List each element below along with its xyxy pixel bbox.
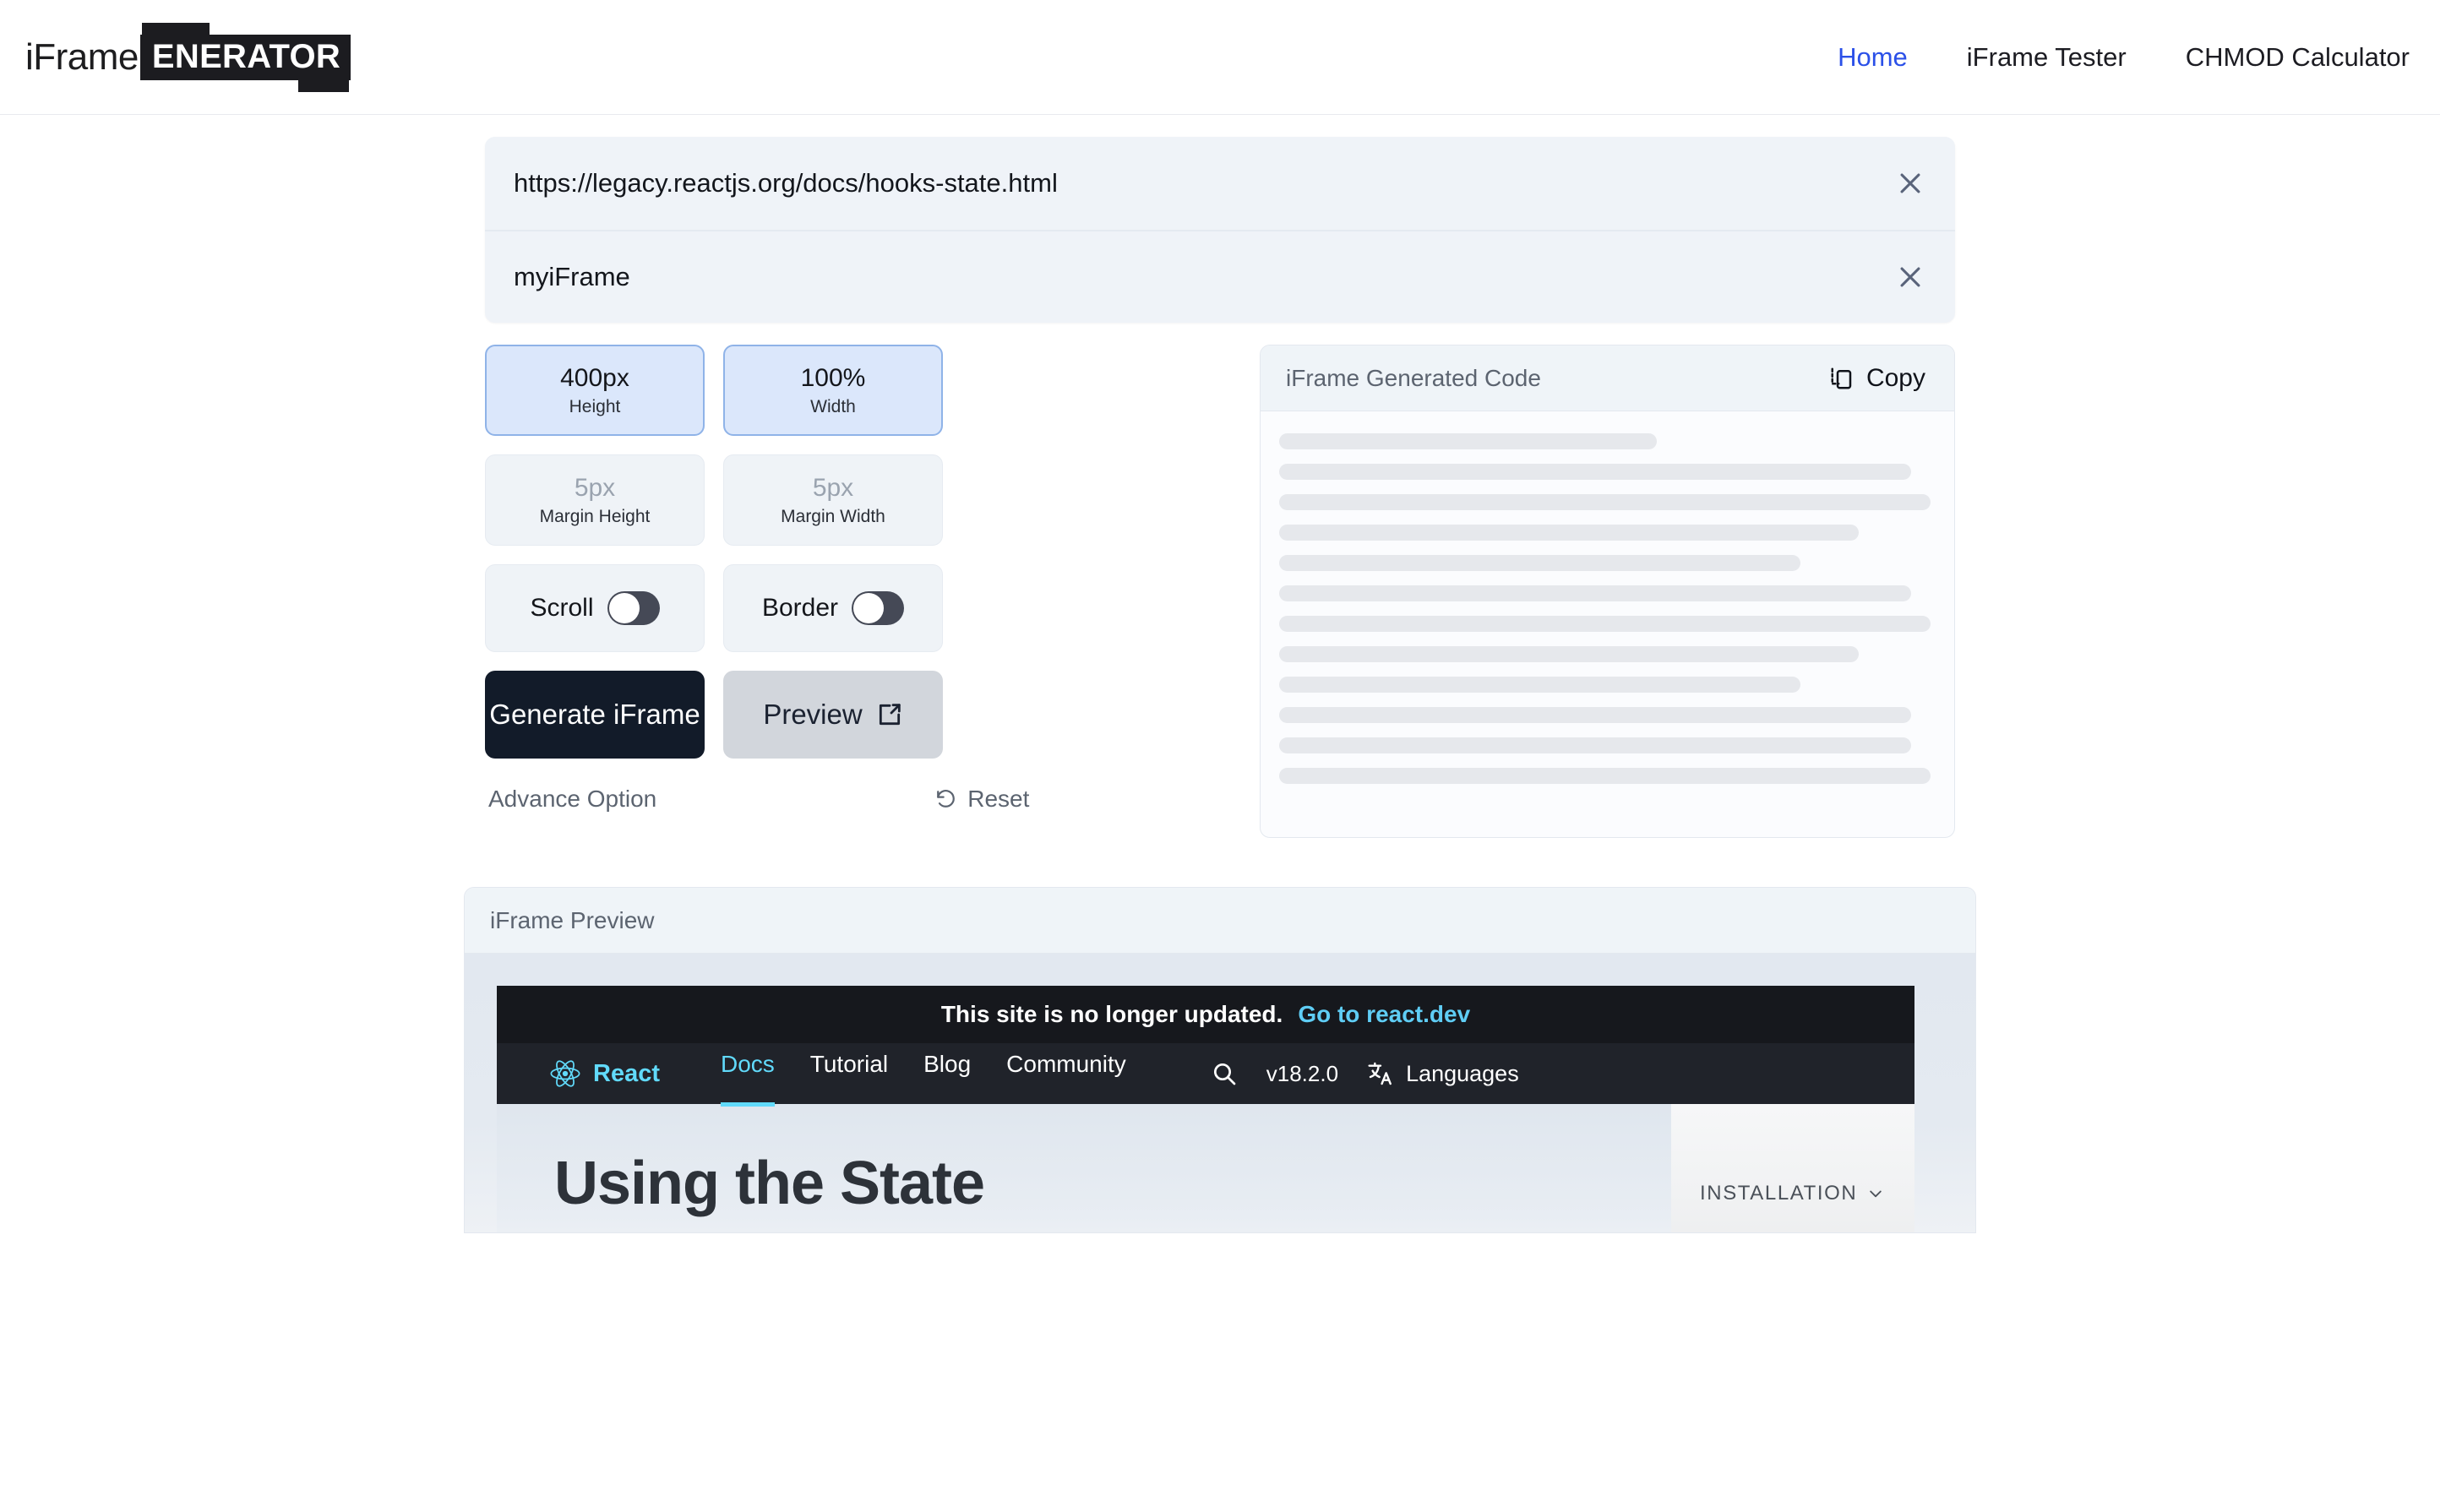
url-input-row[interactable]: https://legacy.reactjs.org/docs/hooks-st…	[485, 137, 1955, 230]
copy-label: Copy	[1865, 363, 1925, 392]
iframe-controls: 400px Height 100% Width 5px Margin Heigh…	[485, 345, 1207, 838]
react-doc-body: Using the State INSTALLATION MAIN CONCEP…	[497, 1104, 1914, 1232]
react-nav-tutorial[interactable]: Tutorial	[810, 1052, 888, 1095]
advance-option-link[interactable]: Advance Option	[488, 786, 656, 813]
react-logo-icon	[550, 1060, 580, 1087]
react-nav-docs[interactable]: Docs	[721, 1052, 775, 1107]
code-skeleton-bar	[1279, 737, 1911, 753]
nav-link-iframe-tester[interactable]: iFrame Tester	[1967, 42, 2127, 73]
react-nav-community[interactable]: Community	[1006, 1052, 1126, 1095]
border-toggle-knob	[853, 593, 885, 623]
generate-iframe-button[interactable]: Generate iFrame	[485, 671, 705, 759]
width-field[interactable]: 100% Width	[723, 345, 943, 436]
iframe-preview-header: iFrame Preview	[465, 888, 1975, 954]
react-languages-label: Languages	[1406, 1060, 1519, 1086]
margin-width-label: Margin Width	[781, 506, 885, 526]
code-skeleton-bar	[1279, 464, 1911, 480]
site-logo[interactable]: iFrame ENERATOR	[25, 22, 351, 92]
main-nav: Home iFrame Tester CHMOD Calculator	[1838, 42, 2410, 73]
embedded-react-site[interactable]: This site is no longer updated. Go to re…	[497, 986, 1914, 1232]
generated-code-header: iFrame Generated Code Copy	[1261, 345, 1954, 411]
url-input[interactable]: https://legacy.reactjs.org/docs/hooks-st…	[514, 168, 1896, 199]
settings-and-code-section: 400px Height 100% Width 5px Margin Heigh…	[485, 345, 1955, 838]
code-skeleton-bar	[1279, 677, 1800, 693]
iframe-name-input[interactable]: myiFrame	[514, 262, 1896, 292]
preview-label: Preview	[763, 699, 863, 730]
react-nav-blog[interactable]: Blog	[923, 1052, 971, 1095]
preview-button[interactable]: Preview	[723, 671, 943, 759]
code-skeleton-bar	[1279, 525, 1860, 541]
react-deprecation-banner: This site is no longer updated. Go to re…	[497, 986, 1914, 1043]
react-banner-link[interactable]: Go to react.dev	[1298, 1001, 1470, 1028]
margin-width-field[interactable]: 5px Margin Width	[723, 454, 943, 546]
code-skeleton-list	[1261, 411, 1954, 784]
width-label: Width	[810, 396, 856, 416]
code-skeleton-bar	[1279, 768, 1931, 784]
react-nav-links: Docs Tutorial Blog Community	[721, 1052, 1126, 1107]
iframe-preview-card: iFrame Preview This site is no longer up…	[464, 887, 1976, 1233]
react-brand-label: React	[593, 1059, 660, 1087]
scroll-toggle-knob	[608, 593, 640, 623]
margin-width-value: 5px	[812, 473, 854, 502]
height-value: 400px	[560, 363, 629, 392]
code-skeleton-bar	[1279, 646, 1860, 662]
react-languages[interactable]: Languages	[1367, 1060, 1519, 1087]
react-navbar: React Docs Tutorial Blog Community v18.2…	[497, 1043, 1914, 1107]
code-skeleton-bar	[1279, 555, 1800, 571]
copy-icon	[1831, 367, 1852, 389]
react-doc-sidebar: INSTALLATION MAIN CONCEPTS	[1671, 1104, 1914, 1232]
margin-height-field[interactable]: 5px Margin Height	[485, 454, 705, 546]
react-banner-text: This site is no longer updated.	[940, 1001, 1283, 1027]
generated-code-panel: iFrame Generated Code Copy	[1260, 345, 1955, 838]
width-value: 100%	[800, 363, 866, 392]
code-skeleton-bar	[1279, 585, 1911, 601]
code-skeleton-bar	[1279, 433, 1658, 449]
iframe-preview-stage: This site is no longer updated. Go to re…	[465, 954, 1975, 1232]
search-icon[interactable]	[1211, 1060, 1238, 1087]
nav-link-chmod-calculator[interactable]: CHMOD Calculator	[2186, 42, 2410, 73]
react-nav-right: v18.2.0 Languages	[1211, 1060, 1519, 1087]
margin-height-label: Margin Height	[539, 506, 651, 526]
sidebar-item-installation-label: INSTALLATION	[1700, 1182, 1858, 1205]
copy-code-button[interactable]: Copy	[1829, 364, 1925, 393]
scroll-toggle-field[interactable]: Scroll	[485, 564, 705, 652]
border-label: Border	[761, 594, 839, 622]
border-toggle[interactable]	[852, 591, 905, 625]
logo-badge: ENERATOR	[139, 22, 351, 92]
border-toggle-field[interactable]: Border	[723, 564, 943, 652]
logo-prefix: iFrame	[25, 35, 139, 78]
controls-footer: Advance Option Reset	[485, 786, 1207, 813]
name-input-row[interactable]: myiFrame	[485, 230, 1955, 323]
sidebar-item-installation[interactable]: INSTALLATION	[1700, 1182, 1914, 1205]
react-doc-heading: Using the State	[554, 1150, 985, 1217]
scroll-toggle[interactable]	[607, 591, 660, 625]
iframe-preview-title: iFrame Preview	[490, 906, 655, 933]
clear-name-icon[interactable]	[1896, 263, 1925, 291]
translate-icon	[1368, 1062, 1392, 1085]
reset-button[interactable]: Reset	[934, 786, 1029, 813]
react-brand[interactable]: React	[549, 1058, 660, 1090]
code-skeleton-bar	[1279, 494, 1931, 510]
code-skeleton-bar	[1279, 616, 1931, 632]
height-field[interactable]: 400px Height	[485, 345, 705, 436]
clear-url-icon[interactable]	[1896, 169, 1925, 198]
react-version[interactable]: v18.2.0	[1266, 1061, 1338, 1087]
rotate-ccw-icon	[937, 790, 956, 808]
margin-height-value: 5px	[574, 473, 616, 502]
height-label: Height	[569, 396, 621, 416]
site-header: iFrame ENERATOR Home iFrame Tester CHMOD …	[0, 0, 2440, 115]
nav-link-home[interactable]: Home	[1838, 42, 1908, 73]
generate-iframe-label: Generate iFrame	[489, 699, 700, 730]
generated-code-title: iFrame Generated Code	[1286, 364, 1541, 391]
scroll-label: Scroll	[530, 594, 594, 622]
dimension-grid: 400px Height 100% Width 5px Margin Heigh…	[485, 345, 1207, 759]
chevron-down-icon	[1870, 1190, 1882, 1198]
code-skeleton-bar	[1279, 707, 1911, 723]
external-link-icon	[879, 704, 901, 726]
page-body: https://legacy.reactjs.org/docs/hooks-st…	[0, 115, 2440, 1233]
iframe-input-card: https://legacy.reactjs.org/docs/hooks-st…	[485, 137, 1955, 323]
react-doc-main: Using the State	[497, 1104, 1671, 1232]
reset-label: Reset	[967, 786, 1030, 812]
